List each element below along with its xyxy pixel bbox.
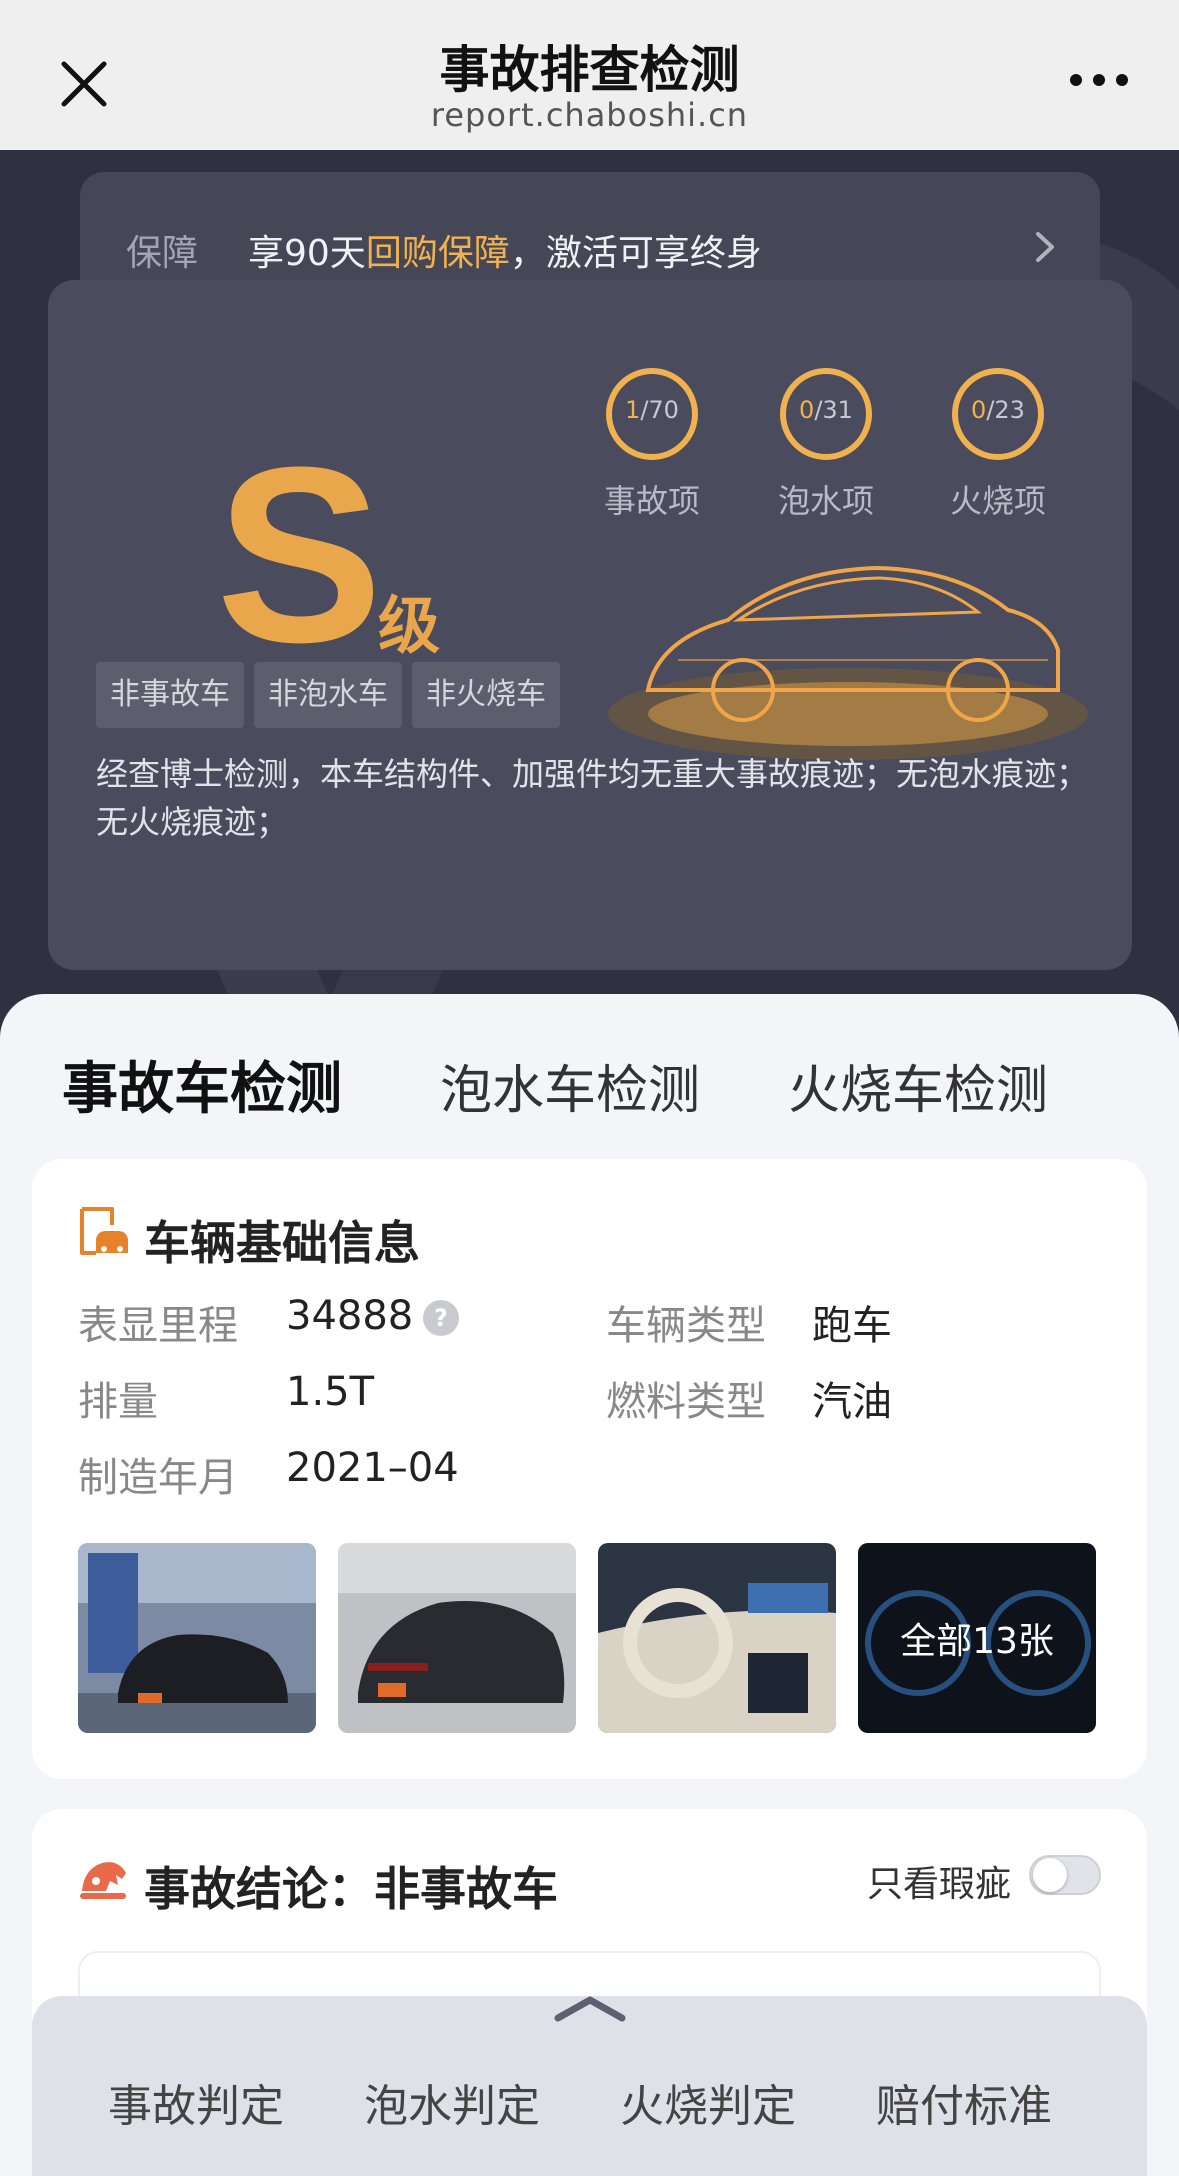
displacement-label: 排量	[78, 1379, 158, 1425]
more-horizontal-icon[interactable]	[1069, 73, 1129, 87]
card-title: 车辆基础信息	[144, 1216, 420, 1270]
vehicle-photo[interactable]	[338, 1543, 576, 1733]
guarantee-text: 享90天回购保障，激活可享终身	[248, 233, 762, 274]
manufacture-date-label: 制造年月	[78, 1455, 238, 1501]
more-button[interactable]	[1059, 60, 1139, 100]
toggle-knob	[1033, 1858, 1067, 1892]
displacement-value: 1.5T	[286, 1369, 375, 1415]
tag-item: 非火烧车	[412, 662, 560, 728]
tab-bar: 事故车检测 泡水车检测 火烧车检测	[0, 1044, 1179, 1176]
grade-unit: 级	[378, 589, 441, 662]
report-hero: 保障 享90天回购保障，激活可享终身 S 级 1/70 事故项 0/31 泡水项	[0, 150, 1179, 1050]
vehicle-type-value: 跑车	[812, 1303, 892, 1349]
vehicle-info-icon	[80, 1207, 128, 1255]
tab-flood-check[interactable]: 泡水车检测	[440, 1048, 700, 1123]
vehicle-photo-more[interactable]: 全部13张	[858, 1543, 1096, 1733]
mileage-value: 34888	[286, 1293, 414, 1339]
guarantee-label: 保障	[126, 233, 199, 274]
nav-accident-judgment[interactable]: 事故判定	[86, 2070, 306, 2134]
fuel-type-label: 燃料类型	[606, 1379, 766, 1425]
page-title: 事故排查检测	[439, 41, 740, 99]
grade-letter: S	[216, 415, 383, 694]
svg-text:?: ?	[434, 1304, 448, 1332]
nav-compensation-standard[interactable]: 赔付标准	[854, 2070, 1074, 2134]
result-tags: 非事故车 非泡水车 非火烧车	[96, 662, 560, 728]
fuel-type-value: 汽油	[812, 1379, 892, 1425]
chevron-right-icon	[1036, 232, 1054, 262]
crash-icon	[80, 1862, 126, 1899]
manufacture-date-value: 2021–04	[286, 1445, 459, 1491]
bottom-nav: 事故判定 泡水判定 火烧判定 赔付标准	[32, 1996, 1147, 2176]
car-illustration-icon	[608, 565, 1088, 760]
vehicle-info-card: 车辆基础信息 表显里程 34888 ? 车辆类型 跑车 排量 1.5T 燃料类型…	[32, 1159, 1147, 1779]
nav-flood-judgment[interactable]: 泡水判定	[342, 2070, 562, 2134]
all-photos-label[interactable]: 全部13张	[858, 1543, 1096, 1733]
tab-accident-check[interactable]: 事故车检测	[62, 1044, 342, 1125]
vehicle-photo[interactable]	[598, 1543, 836, 1733]
mileage-label: 表显里程	[78, 1303, 238, 1349]
car-photo-front-icon	[78, 1543, 316, 1733]
nav-fire-judgment[interactable]: 火烧判定	[598, 2070, 818, 2134]
vehicle-type-label: 车辆类型	[606, 1303, 766, 1349]
car-photo-rear-icon	[338, 1543, 576, 1733]
conclusion-title: 事故结论：非事故车	[144, 1862, 558, 1916]
chevron-up-icon[interactable]	[550, 1988, 630, 2028]
defects-only-toggle[interactable]	[1029, 1855, 1101, 1895]
tab-fire-check[interactable]: 火烧车检测	[788, 1048, 1048, 1123]
car-photo-interior-icon	[598, 1543, 836, 1733]
guarantee-highlight: 回购保障	[365, 233, 510, 274]
tag-item: 非事故车	[96, 662, 244, 728]
hero-description: 经查博士检测，本车结构件、加强件均无重大事故痕迹；无泡水痕迹；无火烧痕迹；	[96, 755, 1089, 841]
top-bar: 事故排查检测 report.chaboshi.cn	[0, 0, 1179, 150]
defects-only-label: 只看瑕疵	[866, 1864, 1011, 1905]
tag-item: 非泡水车	[254, 662, 402, 728]
vehicle-photo[interactable]	[78, 1543, 316, 1733]
grade-card: S 级 1/70 事故项 0/31 泡水项 0/23 火烧项 非事故车 非泡水车…	[48, 280, 1132, 970]
help-icon[interactable]: ?	[422, 1299, 460, 1337]
page-url: report.chaboshi.cn	[430, 96, 749, 134]
